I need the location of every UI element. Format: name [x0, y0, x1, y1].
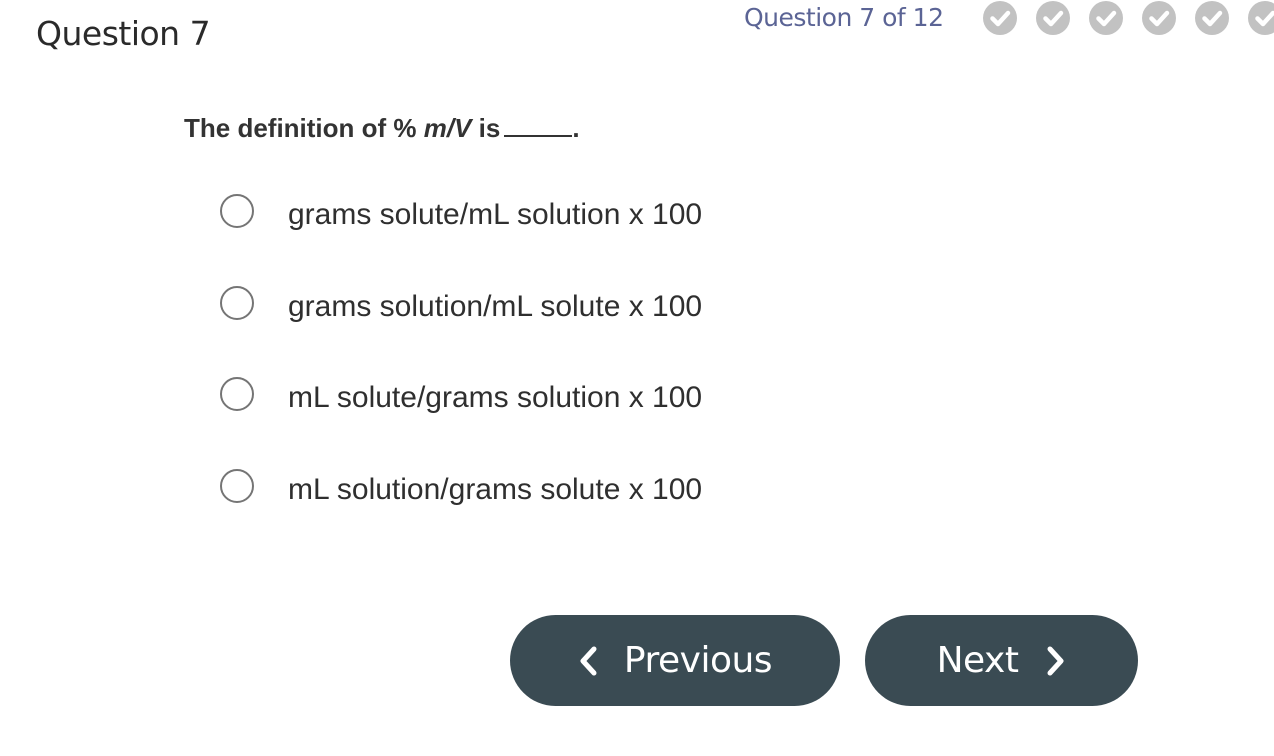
check-circle-icon[interactable] [983, 1, 1017, 35]
check-circle-icon[interactable] [1195, 1, 1229, 35]
answer-option[interactable]: mL solution/grams solute x 100 [220, 469, 780, 509]
chevron-right-icon [1047, 646, 1064, 675]
question-prompt: The definition of % m/V is. [184, 113, 580, 144]
question-progress-text: Question 7 of 12 [744, 3, 944, 32]
radio-button[interactable] [220, 377, 254, 411]
previous-button[interactable]: Previous [510, 615, 840, 706]
question-prompt-suffix: is [471, 113, 501, 143]
answer-option[interactable]: mL solute/grams solution x 100 [220, 377, 780, 417]
answer-option-label: mL solute/grams solution x 100 [288, 381, 703, 414]
answer-blank [504, 113, 573, 137]
answer-option[interactable]: grams solution/mL solute x 100 [220, 286, 780, 326]
question-prompt-end: . [572, 113, 580, 143]
check-circle-icon[interactable] [1142, 1, 1176, 35]
answer-option-label: grams solute/mL solution x 100 [288, 198, 703, 231]
next-button[interactable]: Next [865, 615, 1138, 706]
check-circle-icon[interactable] [1036, 1, 1070, 35]
answer-option[interactable]: grams solute/mL solution x 100 [220, 194, 780, 234]
radio-button[interactable] [220, 286, 254, 320]
page-title: Question 7 [36, 14, 211, 53]
next-button-label: Next [936, 640, 1019, 681]
check-circle-icon[interactable] [1089, 1, 1123, 35]
check-circle-icon[interactable] [1248, 1, 1274, 35]
radio-button[interactable] [220, 194, 254, 228]
answer-option-label: mL solution/grams solute x 100 [288, 473, 703, 506]
question-prompt-formula: m/V [423, 113, 472, 143]
question-prompt-text: The definition of % [184, 113, 424, 143]
radio-button[interactable] [220, 469, 254, 503]
previous-button-label: Previous [623, 640, 773, 681]
chevron-left-icon [580, 646, 597, 675]
question-progress-tracker [982, 0, 1274, 40]
answer-option-label: grams solution/mL solute x 100 [288, 290, 703, 323]
